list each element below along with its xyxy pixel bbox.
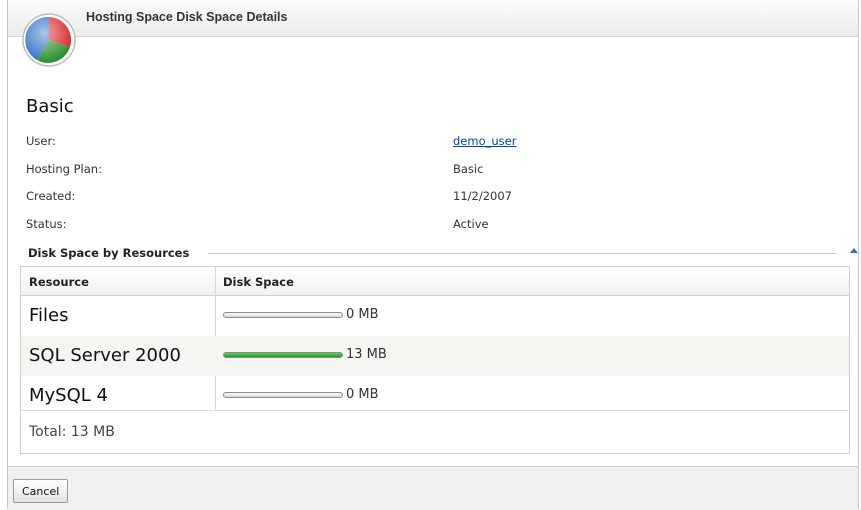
table-row: Files 0 MB: [21, 296, 849, 336]
disk-space-value: 0 MB: [346, 307, 379, 322]
usage-bar: [223, 312, 343, 318]
created-value: 11/2/2007: [453, 189, 512, 203]
group-divider: [208, 253, 836, 254]
grid-header: Resource Disk Space: [21, 267, 849, 296]
user-label: User:: [26, 134, 56, 148]
total-row: Total: 13 MB: [21, 410, 849, 453]
collapse-up-icon[interactable]: [850, 248, 858, 253]
created-label: Created:: [26, 189, 76, 203]
disk-space-value: 0 MB: [346, 387, 379, 402]
window-title: Hosting Space Disk Space Details: [86, 10, 288, 24]
column-header-resource[interactable]: Resource: [29, 275, 89, 289]
pie-chart-logo-icon: [22, 13, 76, 67]
hosting-plan-label: Hosting Plan:: [26, 162, 102, 176]
user-link[interactable]: demo_user: [453, 134, 516, 148]
usage-bar-fill: [224, 353, 342, 357]
column-header-disk-space[interactable]: Disk Space: [223, 275, 294, 289]
usage-bar: [223, 392, 343, 398]
table-row: SQL Server 2000 13 MB: [21, 336, 849, 376]
status-label: Status:: [26, 217, 67, 231]
disk-space-value: 13 MB: [346, 347, 387, 362]
resource-name: Files: [29, 305, 69, 326]
space-name-heading: Basic: [26, 96, 74, 117]
cancel-button[interactable]: Cancel: [13, 479, 69, 503]
disk-space-panel: Hosting Space Disk Space Details Basic U…: [7, 0, 859, 510]
resource-name: SQL Server 2000: [29, 345, 181, 366]
resource-name: MySQL 4: [29, 385, 108, 406]
disk-space-group-header: Disk Space by Resources: [28, 246, 858, 260]
footer-bar: Cancel: [8, 466, 858, 510]
usage-bar: [223, 352, 343, 358]
hosting-plan-value: Basic: [453, 162, 484, 176]
group-title: Disk Space by Resources: [28, 246, 196, 260]
disk-space-grid: Resource Disk Space Files 0 MB SQL Serve…: [20, 266, 850, 454]
title-bar: Hosting Space Disk Space Details: [8, 0, 858, 37]
status-value: Active: [453, 217, 489, 231]
total-disk-space: Total: 13 MB: [29, 424, 115, 440]
